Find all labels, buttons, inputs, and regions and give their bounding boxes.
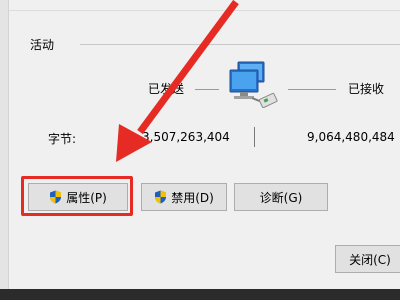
disable-button[interactable]: 禁用(D) bbox=[141, 183, 227, 211]
bytes-separator bbox=[254, 127, 255, 147]
window-top-border bbox=[8, 0, 400, 11]
received-label: 已接收 bbox=[348, 82, 385, 96]
diagnose-button[interactable]: 诊断(G) bbox=[234, 183, 328, 211]
uac-shield-icon bbox=[155, 190, 167, 204]
sent-label: 已发送 bbox=[148, 82, 185, 96]
activity-section-title: 活动 bbox=[30, 38, 55, 52]
bytes-sent-value: 3,507,263,404 bbox=[142, 130, 230, 144]
diagnose-button-label: 诊断(G) bbox=[259, 190, 303, 205]
network-computers-icon bbox=[229, 61, 278, 108]
taskbar-strip bbox=[0, 289, 400, 300]
close-button[interactable]: 关闭(C) bbox=[335, 245, 400, 273]
status-dialog: 活动 已发送 已接收 字节: 3,507,263,404 9,064,480,4… bbox=[0, 0, 400, 300]
bytes-label: 字节: bbox=[48, 132, 77, 146]
window-left-edge bbox=[0, 0, 9, 290]
sent-dash bbox=[195, 89, 219, 90]
activity-section-divider bbox=[80, 44, 400, 45]
bytes-received-value: 9,064,480,484 bbox=[307, 130, 395, 144]
annotation-highlight-box bbox=[21, 176, 133, 216]
received-dash bbox=[288, 89, 336, 90]
disable-button-label: 禁用(D) bbox=[171, 190, 214, 205]
close-button-label: 关闭(C) bbox=[349, 252, 391, 267]
